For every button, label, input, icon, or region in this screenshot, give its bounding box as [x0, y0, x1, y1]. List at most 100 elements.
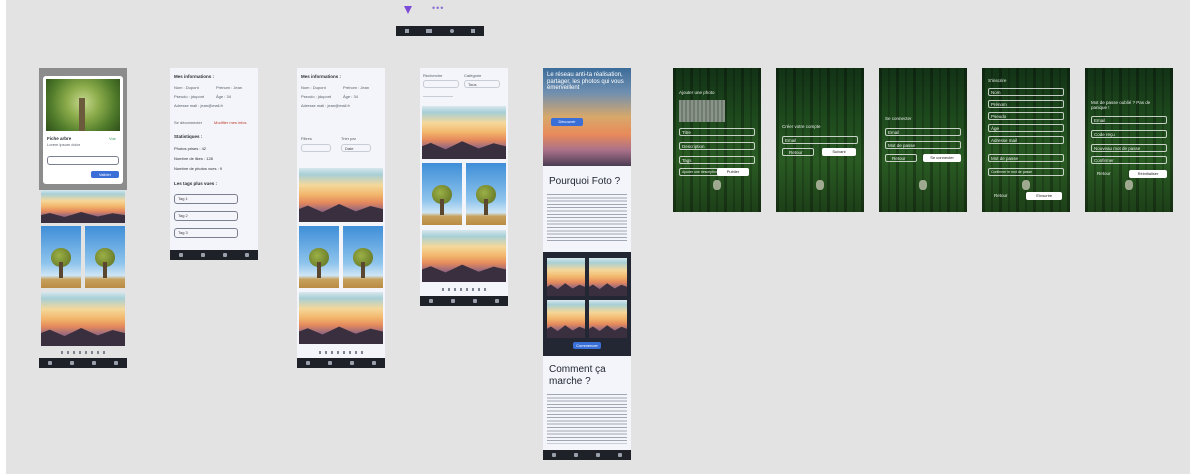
back-button[interactable]: Retour	[885, 154, 917, 162]
how-paragraph	[547, 394, 627, 444]
tag-chip-3[interactable]: Tag 3	[174, 228, 238, 238]
screen-heading: S'inscrire	[988, 78, 1007, 83]
tree-card[interactable]: Fiche arbre Voir Lorem ipsum dolor Valid…	[43, 76, 123, 184]
component-icon[interactable]	[402, 2, 414, 14]
forest-screen-add-photo: Ajouter une photo Titre Description Tags…	[673, 68, 761, 212]
tree-trunk-shape	[79, 98, 85, 131]
back-button[interactable]: Retour	[988, 192, 1020, 200]
gallery-sunset-1	[547, 258, 585, 296]
deer-figure	[713, 180, 721, 190]
forest-screen-signup: S'inscrire Nom Prénom Pseudo Âge Adresse…	[982, 68, 1070, 212]
deer-figure	[1125, 180, 1133, 190]
bottom-nav	[297, 358, 385, 368]
home-icon[interactable]	[426, 29, 433, 33]
how-title: Comment ça marche ?	[549, 364, 606, 387]
search-icon[interactable]	[449, 29, 454, 33]
description-field[interactable]: Description	[679, 142, 755, 150]
publish-button[interactable]: Publier	[717, 168, 749, 176]
bottom-nav	[543, 450, 631, 460]
code-field[interactable]: Code reçu	[1091, 130, 1167, 138]
info-row-1: Nom : Dupont	[301, 85, 326, 90]
forest-screen-create-account: Créer votre compte Email Retour Suivant	[776, 68, 864, 212]
why-title: Pourquoi Foto ?	[549, 176, 621, 187]
email-field[interactable]: Email	[1091, 116, 1167, 124]
tag-chip-2[interactable]: Tag 2	[174, 211, 238, 221]
deer-figure	[1022, 180, 1030, 190]
photo-placeholder[interactable]	[679, 100, 725, 122]
confirm-field[interactable]: Confirmer	[1091, 156, 1167, 164]
category-select[interactable]: Tous	[464, 80, 500, 88]
feed-photo-sunset-2	[41, 292, 125, 346]
edit-info-link[interactable]: Modifier mes infos	[214, 120, 246, 125]
title-field[interactable]: Titre	[679, 128, 755, 136]
stat-2: Nombre de likes : 128	[174, 156, 213, 161]
gallery-start-button[interactable]: Commencer	[573, 342, 601, 349]
password-field[interactable]: Mot de passe	[885, 141, 961, 149]
info-row-1b: Prénom : Jean	[216, 85, 243, 90]
tags-field[interactable]: Tags	[679, 156, 755, 164]
sort-select[interactable]: Date	[341, 144, 371, 152]
logout-link[interactable]: Se déconnecter	[174, 120, 202, 125]
feed-photo-tree-1	[41, 226, 81, 288]
gallery-sunset-2	[589, 258, 627, 296]
pagination-dots[interactable]	[61, 351, 107, 354]
category-label: Catégorie	[464, 73, 482, 78]
deer-figure	[816, 180, 824, 190]
search-input[interactable]	[423, 80, 459, 88]
result-photo-sunset-1	[422, 106, 506, 159]
info-row-3: Adresse mail : jean@mail.fr	[174, 103, 223, 108]
plugin-badge[interactable]: •••	[432, 3, 444, 13]
pagination-dots[interactable]	[319, 351, 365, 354]
age-field[interactable]: Âge	[988, 124, 1064, 132]
back-icon[interactable]	[404, 29, 409, 33]
screen-heading: Ajouter une photo	[679, 90, 715, 95]
stat-1: Photos prises : 42	[174, 146, 207, 151]
info-row-2: Pseudo : jdupont	[301, 94, 332, 99]
login-button[interactable]: Se connecter	[923, 154, 961, 162]
back-button[interactable]: Retour	[782, 148, 814, 156]
firstname-field[interactable]: Prénom	[988, 100, 1064, 108]
reset-button[interactable]: Réinitialiser	[1129, 170, 1167, 178]
tag-chip-1[interactable]: Tag 1	[174, 194, 238, 204]
card-validate-button[interactable]: Valider	[91, 171, 119, 178]
password-field[interactable]: Mot de passe	[988, 154, 1064, 162]
gallery-section: Commencer	[543, 252, 631, 356]
email-field[interactable]: Adresse mail	[988, 136, 1064, 144]
profile-title: Mes informations :	[301, 74, 342, 79]
card-subtitle: Lorem ipsum dolor	[47, 142, 81, 147]
email-field[interactable]: Email	[885, 128, 961, 136]
new-password-field[interactable]: Nouveau mot de passe	[1091, 144, 1167, 152]
profile-title: Mes informations :	[174, 74, 215, 79]
card-link[interactable]: Voir	[109, 136, 116, 141]
gallery-photo-sunset-2	[299, 292, 383, 344]
lastname-field[interactable]: Nom	[988, 88, 1064, 96]
username-field[interactable]: Pseudo	[988, 112, 1064, 120]
floating-toolbar	[396, 26, 484, 36]
stat-3: Nombre de photos vues : 9	[174, 166, 223, 171]
hero-text: Le réseau anti-ta réalisation, partager,…	[547, 72, 624, 91]
extra-description-field[interactable]: Ajouter une description	[679, 168, 719, 176]
back-button[interactable]: Retour	[1091, 170, 1123, 178]
screen-heading: Créer votre compte	[782, 124, 821, 129]
gallery-sunset-4	[589, 300, 627, 338]
confirm-password-field[interactable]: Confirmer le mot de passe	[988, 168, 1064, 176]
signup-button[interactable]: S'inscrire	[1026, 192, 1062, 200]
next-button[interactable]: Suivant	[822, 148, 856, 156]
divider	[423, 96, 453, 97]
feed-photo-sunset-1	[41, 190, 125, 223]
menu-icon[interactable]	[471, 29, 476, 33]
frame-profile-gallery: Mes informations : Nom : Dupont Prénom :…	[297, 68, 385, 368]
email-field[interactable]: Email	[782, 136, 858, 144]
pagination-dots[interactable]	[442, 288, 488, 291]
result-photo-tree-1	[422, 163, 462, 225]
result-photo-sunset-2	[422, 230, 506, 282]
info-row-3: Adresse mail : jean@mail.fr	[301, 103, 350, 108]
forest-screen-login: Se connecter Email Mot de passe Retour S…	[879, 68, 967, 212]
card-input[interactable]	[47, 156, 119, 165]
frame-home-feed[interactable]: Fiche arbre Voir Lorem ipsum dolor Valid…	[39, 68, 127, 368]
gallery-photo-tree-1	[299, 226, 339, 288]
filter-select[interactable]	[301, 144, 331, 152]
forest-screen-forgot-password: Mot de passe oublié ? Pas de panique ! E…	[1085, 68, 1173, 212]
bottom-nav	[39, 358, 127, 368]
hero-discover-button[interactable]: Découvrir	[551, 118, 583, 126]
